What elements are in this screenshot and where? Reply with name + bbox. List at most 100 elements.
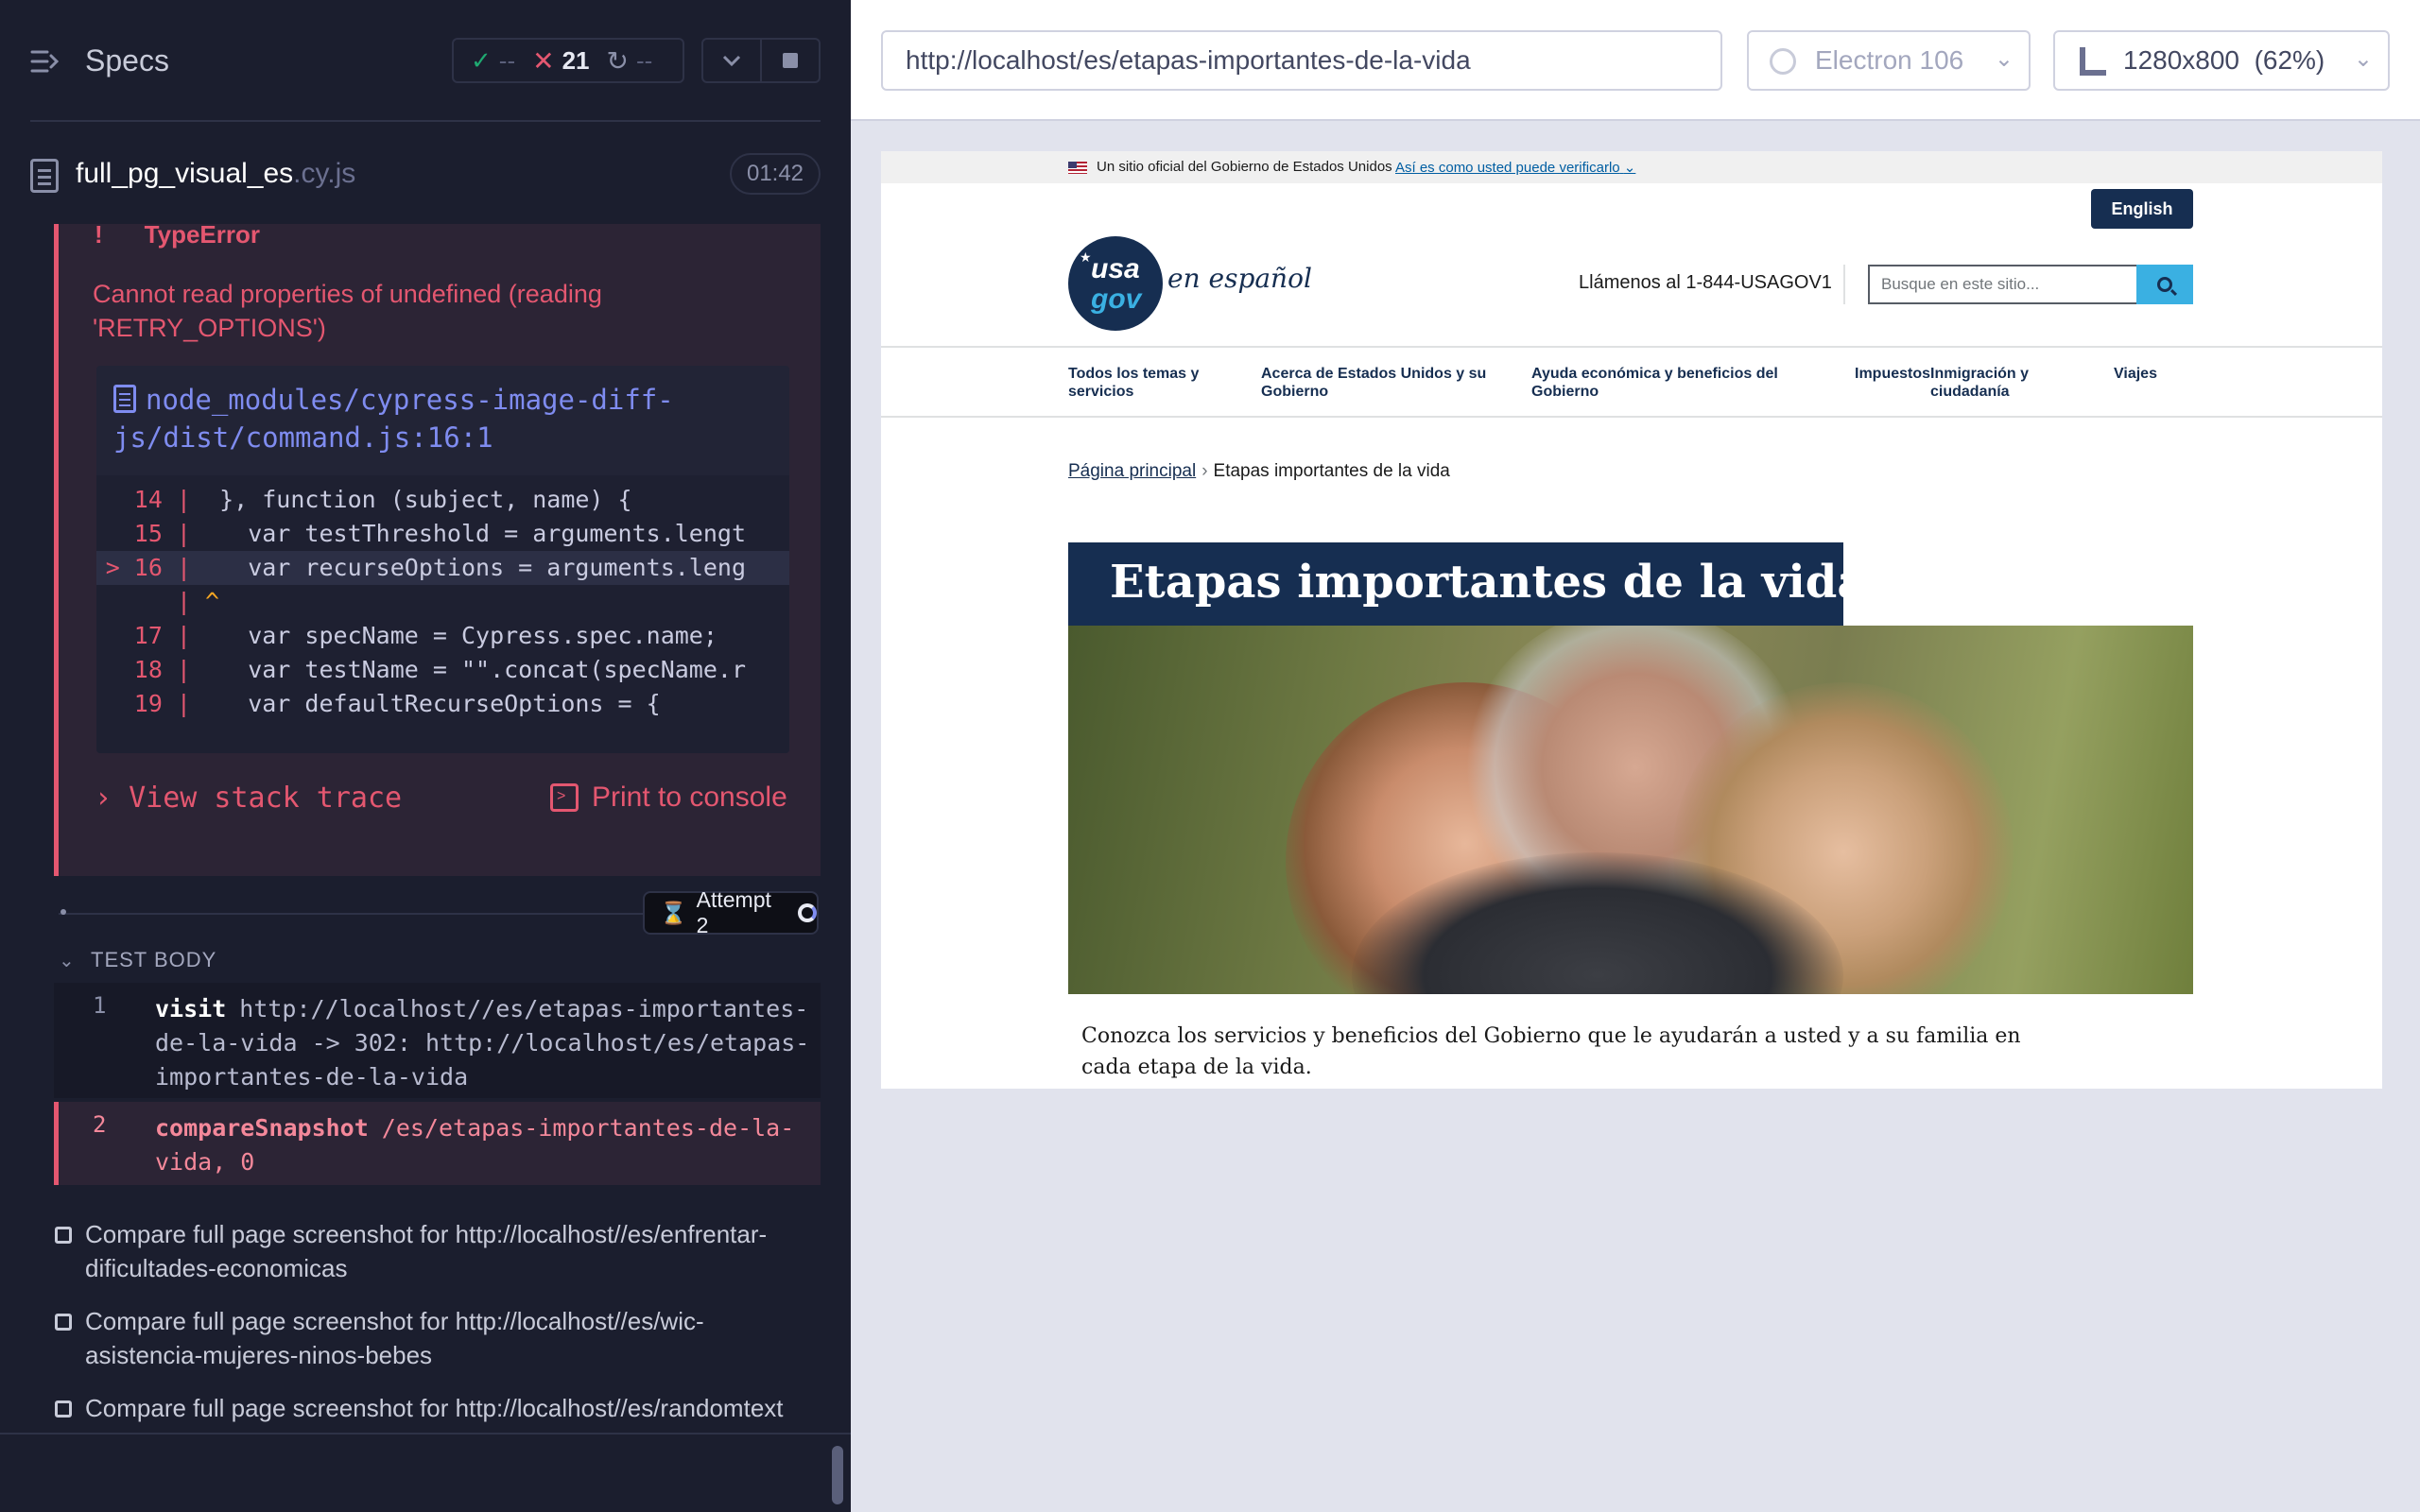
passed-count: -- <box>498 45 516 75</box>
star-icon: ★ <box>1080 249 1092 265</box>
nav-item-acerca-de-eeuu[interactable]: Acerca de Estados Unidos y su Gobierno <box>1261 365 1507 401</box>
us-flag-icon <box>1068 162 1087 174</box>
spec-file-header[interactable]: full_pg_visual_es.cy.js 01:42 <box>0 137 851 222</box>
spinner-icon <box>798 903 817 922</box>
chevron-right-icon: › <box>1201 461 1208 481</box>
chevron-down-icon: ⌄ <box>1623 160 1636 176</box>
code-line: 17 | var specName = Cypress.spec.name; <box>96 619 789 653</box>
phone-number[interactable]: Llámenos al 1-844-USAGOV1 <box>1579 272 1832 294</box>
line-gutter: 15 | <box>133 520 191 547</box>
pending-square-icon <box>55 1400 72 1418</box>
code-lines: 14 | }, function (subject, name) { 15 | … <box>96 475 789 753</box>
line-code: var testName = "".concat(specName.r <box>191 656 746 683</box>
stop-icon <box>783 53 798 68</box>
electron-icon <box>1770 48 1796 75</box>
command-text: compareSnapshot/es/etapas-importantes-de… <box>155 1111 817 1179</box>
line-gutter: 17 | <box>133 622 191 649</box>
pending-test[interactable]: Compare full page screenshot for http://… <box>55 1217 811 1285</box>
gov-banner-link-label: Así es como usted puede verificarlo <box>1395 160 1620 176</box>
error-message: Cannot read properties of undefined (rea… <box>93 280 602 342</box>
error-type: ! TypeError <box>95 220 260 249</box>
gov-banner-text: Un sitio oficial del Gobierno de Estados… <box>1097 159 1392 175</box>
line-code: ^ <box>191 588 220 615</box>
reporter-footer <box>0 1433 851 1512</box>
chevron-down-icon: ⌄ <box>2353 46 2373 72</box>
usagov-logo[interactable]: ★ usa gov <box>1068 236 1163 331</box>
file-icon <box>113 385 136 413</box>
code-line: 15 | var testThreshold = arguments.lengt <box>96 517 789 551</box>
breadcrumb-home-link[interactable]: Página principal <box>1068 461 1196 481</box>
logo-usa-text: usa <box>1091 253 1140 284</box>
alert-icon: ! <box>95 220 103 249</box>
browser-select[interactable]: Electron 106 ⌄ <box>1747 30 2031 91</box>
gov-banner: Un sitio oficial del Gobierno de Estados… <box>881 151 2382 183</box>
url-bar[interactable]: http://localhost/es/etapas-importantes-d… <box>881 30 1722 91</box>
line-gutter: | <box>176 588 191 615</box>
logo-gov-text: gov <box>1091 284 1142 315</box>
scrollbar[interactable] <box>832 1446 843 1504</box>
viewport-select[interactable]: 1280x800 (62%) ⌄ <box>2053 30 2390 91</box>
gov-banner-link[interactable]: Así es como usted puede verificarlo ⌄ <box>1395 159 1635 176</box>
run-controls <box>701 38 821 83</box>
command-row-failed[interactable]: 2 compareSnapshot/es/etapas-importantes-… <box>54 1102 821 1185</box>
nav-item-viajes[interactable]: Viajes <box>2114 365 2157 383</box>
page-description: Conozca los servicios y beneficios del G… <box>1081 1024 2021 1079</box>
failed-count: 21 <box>562 45 590 75</box>
chevron-right-icon: › <box>95 782 112 815</box>
language-button[interactable]: English <box>2091 189 2193 229</box>
line-code: var defaultRecurseOptions = { <box>191 690 661 717</box>
print-to-console-label: Print to console <box>592 782 787 813</box>
cypress-reporter: Specs ✓ -- ✕ 21 ↻ -- full_pg_visual_es.c… <box>0 0 851 1512</box>
line-gutter: 18 | <box>133 656 191 683</box>
nav-item-impuestos[interactable]: Impuestos <box>1855 365 1930 383</box>
test-body-label: TEST BODY <box>91 948 217 971</box>
pending-test-title: Compare full page screenshot for http://… <box>85 1307 704 1369</box>
error-actions: › View stack trace Print to console <box>59 782 825 838</box>
chevron-down-icon <box>722 55 741 67</box>
nav-item-ayuda-economica[interactable]: Ayuda económica y beneficios del Gobiern… <box>1531 365 1806 401</box>
main-nav: Todos los temas y servicios Acerca de Es… <box>881 348 2382 418</box>
aut-page: Un sitio oficial del Gobierno de Estados… <box>881 151 2382 1089</box>
failed-stat: ✕ 21 <box>532 45 589 77</box>
code-line-highlighted: > 16 | var recurseOptions = arguments.le… <box>96 551 789 585</box>
nav-item-todos-los-temas[interactable]: Todos los temas y servicios <box>1068 365 1229 401</box>
passed-stat: ✓ -- <box>471 46 515 76</box>
spec-file-name: full_pg_visual_es.cy.js <box>76 158 355 190</box>
pending-test[interactable]: Compare full page screenshot for http://… <box>55 1391 811 1425</box>
attempt-dot <box>60 909 66 915</box>
attempt-badge[interactable]: ⌛ Attempt 2 <box>643 887 819 937</box>
attempt-label: Attempt 2 <box>696 887 771 937</box>
test-body-title[interactable]: TEST BODY <box>59 948 216 972</box>
error-block: ! TypeError Cannot read properties of und… <box>54 220 821 876</box>
hero-title-box: Etapas importantes de la vida <box>1068 542 1866 626</box>
view-stack-trace-button[interactable]: › View stack trace <box>95 782 402 815</box>
code-frame-file-link[interactable]: node_modules/cypress-image-diff-js/dist/… <box>113 381 775 456</box>
command-text: visit http://localhost//es/etapas-importa… <box>155 992 817 1094</box>
code-frame-path: node_modules/cypress-image-diff-js/dist/… <box>113 384 674 454</box>
nav-item-inmigracion[interactable]: Inmigración y ciudadanía <box>1930 365 2072 401</box>
logo-espanol-text[interactable]: en español <box>1167 263 1312 294</box>
stop-button[interactable] <box>762 40 819 81</box>
pending-test[interactable]: Compare full page screenshot for http://… <box>55 1304 811 1372</box>
line-code: var specName = Cypress.spec.name; <box>191 622 717 649</box>
search-input[interactable]: Busque en este sitio... <box>1868 265 2136 304</box>
specs-title[interactable]: Specs <box>85 43 169 78</box>
command-name: visit <box>155 995 227 1022</box>
specs-list-icon[interactable] <box>30 47 60 76</box>
collapse-button[interactable] <box>703 40 762 81</box>
browser-label: Electron 106 <box>1815 45 1964 75</box>
search-button[interactable] <box>2136 265 2193 304</box>
command-number: 2 <box>93 1111 107 1138</box>
command-row[interactable]: 1 visit http://localhost//es/etapas-impor… <box>54 983 821 1098</box>
line-code: }, function (subject, name) { <box>191 486 632 513</box>
pending-square-icon <box>55 1227 72 1244</box>
terminal-icon <box>550 783 579 812</box>
pending-icon: ↻ <box>606 45 629 76</box>
error-type-label: TypeError <box>144 220 261 249</box>
breadcrumb-current: Etapas importantes de la vida <box>1213 461 1450 481</box>
pending-stat: ↻ -- <box>607 45 653 77</box>
divider <box>30 120 821 122</box>
code-line: 18 | var testName = "".concat(specName.r <box>96 653 789 687</box>
print-to-console-button[interactable]: Print to console <box>550 782 787 814</box>
hero-photo <box>1068 626 2193 994</box>
